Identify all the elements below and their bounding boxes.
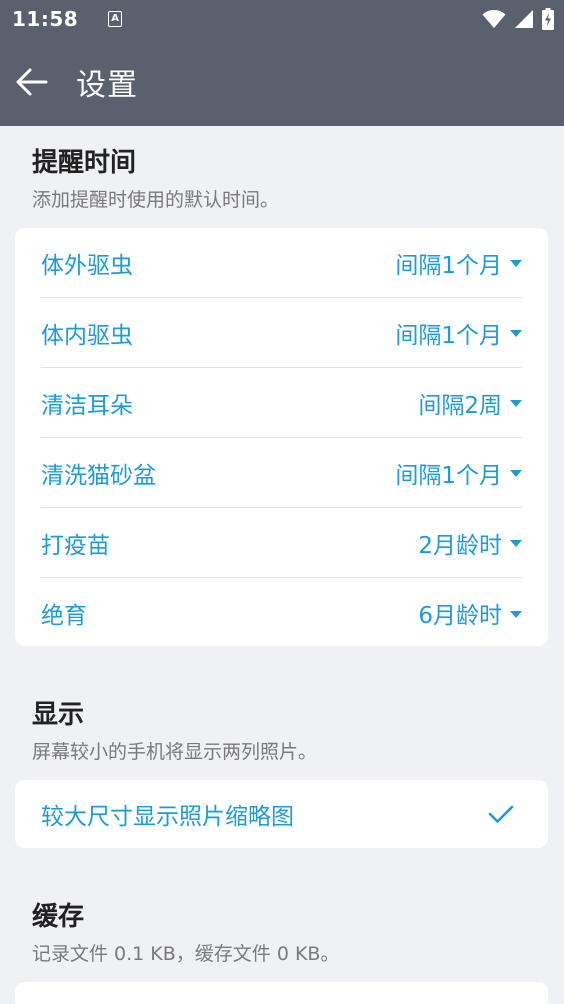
back-button[interactable] — [14, 64, 50, 100]
status-time: 11:58 — [12, 7, 79, 31]
reminder-row-label: 绝育 — [41, 603, 87, 629]
reminder-interval-dropdown[interactable]: 间隔2周 — [418, 386, 522, 420]
signal-icon — [515, 10, 533, 28]
dropdown-caret-icon — [510, 610, 522, 618]
reminder-interval-dropdown[interactable]: 间隔1个月 — [395, 246, 522, 280]
reminder-row-label: 体内驱虫 — [41, 322, 133, 349]
cache-section-header: 缓存 记录文件 0.1 KB，缓存文件 0 KB。 — [0, 896, 564, 966]
reminder-row-clean-litter-box[interactable]: 清洗猫砂盆 间隔1个月 — [41, 438, 522, 508]
dropdown-caret-icon — [510, 400, 522, 407]
reminder-row-value: 间隔2周 — [418, 392, 502, 419]
app-bar: 设置 — [0, 38, 564, 126]
reminder-row-value: 6月龄时 — [418, 603, 502, 629]
reminder-section-title: 提醒时间 — [32, 148, 137, 178]
reminder-row-value: 间隔1个月 — [395, 322, 502, 349]
wifi-icon — [482, 10, 506, 28]
reminder-row-value: 2月龄时 — [418, 532, 502, 559]
reminder-interval-dropdown[interactable]: 6月龄时 — [418, 596, 522, 630]
reminder-section-header: 提醒时间 添加提醒时使用的默认时间。 — [0, 142, 564, 212]
cache-section-title: 缓存 — [32, 902, 85, 932]
reminder-row-label: 清洁耳朵 — [41, 392, 133, 419]
reminder-row-value: 间隔1个月 — [395, 252, 502, 279]
a-badge-icon: A — [108, 11, 123, 27]
display-section-header: 显示 屏幕较小的手机将显示两列照片。 — [0, 694, 564, 764]
dropdown-caret-icon — [510, 330, 522, 337]
status-icons — [482, 8, 554, 30]
reminder-row-value: 间隔1个月 — [395, 462, 502, 489]
page-title: 设置 — [76, 68, 138, 103]
large-thumbnail-label: 较大尺寸显示照片缩略图 — [41, 804, 294, 830]
large-thumbnail-toggle[interactable]: 较大尺寸显示照片缩略图 — [41, 780, 522, 848]
cache-card — [15, 982, 548, 1004]
reminder-row-label: 清洗猫砂盆 — [41, 462, 156, 489]
reminder-interval-dropdown[interactable]: 间隔1个月 — [395, 316, 522, 350]
reminder-row-label: 打疫苗 — [41, 532, 110, 559]
dropdown-caret-icon — [510, 470, 522, 477]
display-section-title: 显示 — [32, 700, 85, 730]
dropdown-caret-icon — [510, 260, 522, 267]
reminder-card: 体外驱虫 间隔1个月 体内驱虫 间隔1个月 清洁耳朵 间隔2周 清洗猫砂盆 间隔… — [15, 228, 548, 646]
reminder-interval-dropdown[interactable]: 2月龄时 — [418, 526, 522, 560]
display-section-desc: 屏幕较小的手机将显示两列照片。 — [32, 741, 318, 763]
reminder-row-vaccination[interactable]: 打疫苗 2月龄时 — [41, 508, 522, 578]
reminder-row-label: 体外驱虫 — [41, 252, 133, 279]
dropdown-caret-icon — [510, 540, 522, 547]
battery-charging-icon — [542, 8, 554, 30]
reminder-interval-dropdown[interactable]: 间隔1个月 — [395, 456, 522, 490]
checkmark-icon — [488, 805, 514, 823]
arrow-back-icon — [16, 68, 48, 96]
reminder-row-internal-deworming[interactable]: 体内驱虫 间隔1个月 — [41, 298, 522, 368]
reminder-row-external-deworming[interactable]: 体外驱虫 间隔1个月 — [41, 228, 522, 298]
reminder-row-clean-ears[interactable]: 清洁耳朵 间隔2周 — [41, 368, 522, 438]
display-card: 较大尺寸显示照片缩略图 — [15, 780, 548, 848]
reminder-row-sterilization[interactable]: 绝育 6月龄时 — [41, 578, 522, 648]
cache-section-desc: 记录文件 0.1 KB，缓存文件 0 KB。 — [32, 943, 340, 965]
status-bar: 11:58 A — [0, 0, 564, 38]
reminder-section-desc: 添加提醒时使用的默认时间。 — [32, 189, 280, 211]
